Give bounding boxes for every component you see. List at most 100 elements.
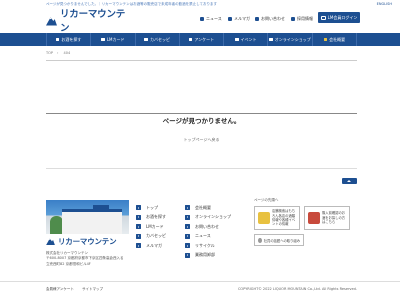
- arrow-right-icon: [185, 252, 190, 258]
- footer-links-col1: トップ お酒を探す LMカード カバセッピ メルマガ: [136, 203, 166, 251]
- page-title: ページが見つかりません。: [162, 117, 241, 125]
- gnav-label: LMカード: [106, 36, 125, 42]
- header-nav-label: お問い合わせ: [261, 16, 285, 21]
- footer-link-label: お問い合わせ: [195, 223, 219, 229]
- gnav-label: イベント: [240, 36, 257, 42]
- gnav-company[interactable]: 会社概要: [313, 33, 357, 46]
- breadcrumb-top[interactable]: TOP: [46, 51, 53, 55]
- gnav-label: 会社概要: [329, 36, 346, 42]
- arrow-right-icon: [185, 243, 190, 249]
- header-nav-label: メルマガ: [234, 16, 250, 21]
- breadcrumb-current: 404: [63, 51, 71, 55]
- company-address-2: 立売西町82 京都恒和ビル4F: [46, 261, 91, 266]
- breadcrumb: TOP › 404: [46, 51, 74, 55]
- card-icon: [101, 37, 105, 42]
- footer-link[interactable]: オンラインショップ: [185, 213, 231, 223]
- mail-icon: [228, 17, 232, 21]
- gnav-survey[interactable]: アンケート: [180, 33, 225, 46]
- footer-link-label: オンラインショップ: [195, 214, 231, 220]
- header-nav-contact[interactable]: お問い合わせ: [255, 16, 285, 22]
- footer-link[interactable]: リサイクル: [185, 241, 231, 251]
- gnav-online-shop[interactable]: オンラインショップ: [268, 33, 313, 46]
- employee-banner[interactable]: 社員の話題への取り組み: [254, 234, 304, 246]
- footer-link-label: 業務用卸部: [195, 252, 215, 258]
- footer-link[interactable]: 会社概要: [185, 203, 231, 213]
- gnav-label: アンケート: [194, 36, 215, 42]
- back-to-top-link[interactable]: トップページへ戻る: [46, 137, 357, 143]
- banner-text: 社員の話題への取り組み: [263, 238, 300, 243]
- megaphone-icon: [200, 17, 204, 21]
- logo-text: リカーマウンテン: [59, 9, 126, 34]
- english-link[interactable]: ENGLISH: [377, 2, 392, 6]
- bottom-links: 会員様アンケート サイトマップ: [46, 287, 110, 291]
- store-photo: [46, 200, 129, 234]
- arrow-right-icon: [185, 224, 190, 230]
- phone-icon: [255, 17, 259, 21]
- arrow-right-icon: [136, 233, 141, 239]
- footer-link[interactable]: カバセッピ: [136, 232, 166, 242]
- store-banner-image: [258, 212, 270, 224]
- store-building-shape: [62, 209, 122, 234]
- footer-link[interactable]: メルマガ: [136, 241, 166, 251]
- purchase-banner-image: [308, 212, 320, 224]
- gnav-kabaseppi[interactable]: カバセッピ: [136, 33, 180, 46]
- header-nav-mailmag[interactable]: メルマガ: [228, 16, 250, 22]
- gnav-label: カバセッピ: [149, 36, 170, 42]
- building-icon: [323, 37, 328, 42]
- calendar-icon: [235, 37, 239, 42]
- sitemap-link[interactable]: サイトマップ: [82, 287, 103, 291]
- footer-logo[interactable]: リカーマウンテン: [46, 236, 126, 246]
- mountain-logo-icon: [46, 16, 57, 26]
- cart-icon: [269, 37, 273, 42]
- arrow-right-icon: [136, 214, 141, 220]
- employee-banner-icon: [258, 237, 262, 243]
- content-divider: [46, 60, 357, 61]
- arrow-right-icon: [136, 224, 141, 230]
- company-info: 株式会社リカーマウンテン 〒600-8007 京都府京都市下京区四条高倉西入る …: [46, 251, 123, 267]
- banner-text: 店舗検索はもちろん各店の酒類情報や各種イベントの情報: [272, 209, 296, 227]
- footer-link-label: メルマガ: [146, 242, 162, 248]
- breadcrumb-sep: ›: [57, 51, 59, 55]
- footer-link[interactable]: トップ: [136, 203, 166, 213]
- gnav-label: お酒を探す: [61, 36, 82, 42]
- footer-links-col2: 会社概要 オンラインショップ お問い合わせ ニュース リサイクル 業務用卸部: [185, 203, 231, 260]
- arrow-right-icon: [185, 233, 190, 239]
- bottom-divider: [0, 281, 400, 282]
- login-label: LM会員ログイン: [327, 14, 358, 20]
- store-sign-shape: [93, 205, 109, 212]
- footer-link-label: リサイクル: [195, 242, 215, 248]
- member-login-button[interactable]: LM会員ログイン: [318, 12, 360, 23]
- gnav-label: オンラインショップ: [274, 36, 311, 42]
- header-nav-label: ニュース: [206, 16, 222, 21]
- banner-text: 購入前確認のお酒をお探しの方はこちら: [322, 211, 346, 225]
- footer-link[interactable]: LMカード: [136, 222, 166, 232]
- page-top-button[interactable]: [342, 178, 357, 184]
- header-nav-news[interactable]: ニュース: [200, 16, 222, 22]
- gnav-lm-card[interactable]: LMカード: [91, 33, 136, 46]
- footer-link[interactable]: ニュース: [185, 232, 231, 242]
- footer-link-label: LMカード: [146, 223, 164, 229]
- store-info-banner[interactable]: 店舗検索はもちろん各店の酒類情報や各種イベントの情報: [254, 206, 300, 230]
- gnav-event[interactable]: イベント: [224, 33, 269, 46]
- copyright: COPYRIGHT© 2022 LIQUOR MOUNTAIN Co.,Ltd.…: [237, 287, 357, 291]
- site-logo[interactable]: リカーマウンテン: [46, 9, 128, 34]
- footer-link[interactable]: お酒を探す: [136, 213, 166, 223]
- footer-link-label: 会社概要: [195, 204, 211, 210]
- purchase-check-banner[interactable]: 購入前確認のお酒をお探しの方はこちら: [304, 206, 350, 230]
- arrow-right-icon: [185, 205, 190, 211]
- footer-link[interactable]: お問い合わせ: [185, 222, 231, 232]
- footer-logo-text: リカーマウンテン: [58, 236, 117, 246]
- pencil-icon: [188, 37, 193, 42]
- gnav-search-liquor[interactable]: お酒を探す: [46, 33, 92, 46]
- footer-link-label: トップ: [146, 204, 158, 210]
- arrow-right-icon: [185, 214, 190, 220]
- bottle-icon: [55, 37, 60, 42]
- card-icon: [320, 15, 326, 20]
- header-nav-recruit[interactable]: 採用情報: [291, 16, 313, 22]
- global-nav: お酒を探す LMカード カバセッピ アンケート イベント オンラインショップ 会…: [0, 33, 400, 46]
- mountain-logo-icon: [46, 238, 55, 245]
- header-nav-label: 採用情報: [297, 16, 313, 21]
- footer-link[interactable]: 業務用卸部: [185, 251, 231, 261]
- survey-link[interactable]: 会員様アンケート: [46, 287, 74, 291]
- footer-link-label: お酒を探す: [146, 214, 166, 220]
